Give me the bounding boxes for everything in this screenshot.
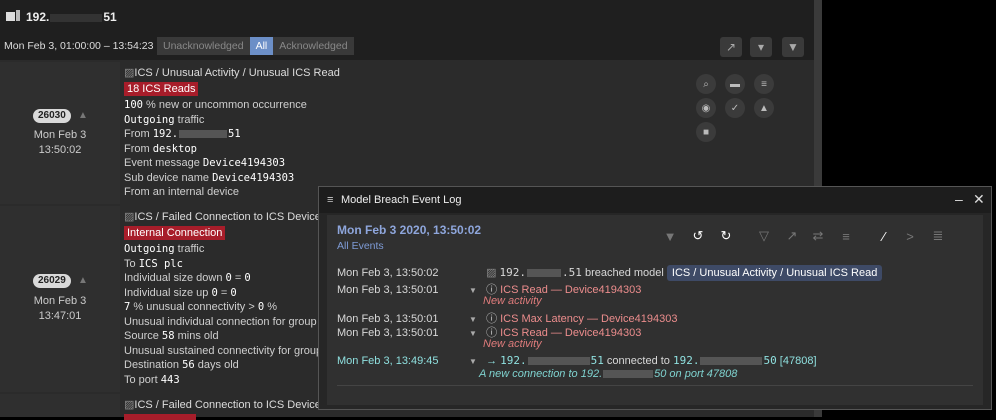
event-line: Outgoing traffic (124, 113, 205, 126)
breach-event[interactable]: 26030 ▲ Mon Feb 3 13:50:02 ▨ICS / Unusua… (0, 62, 814, 204)
modal-title: Model Breach Event Log (341, 194, 462, 206)
all-events-link[interactable]: All Events (337, 240, 384, 252)
minimize-icon[interactable]: – (955, 191, 963, 207)
filter-funnel-icon[interactable]: ▼ (661, 227, 679, 245)
user-icon[interactable]: ▲ (754, 98, 774, 118)
breach-tag: Internal Connection (124, 226, 226, 240)
collapse-icon[interactable]: ▾ (750, 37, 772, 57)
close-icon[interactable]: ✕ (973, 191, 985, 208)
log-subtext: A new connection to 192. 50 on port 47808 (479, 368, 738, 380)
model-breach-event-log: ≡ Model Breach Event Log – ✕ Mon Feb 3 2… (318, 186, 992, 410)
menu-icon[interactable]: ≡ (327, 194, 333, 206)
breach-tag (124, 414, 196, 420)
columns-icon[interactable]: ≡ (837, 227, 855, 245)
event-date: Mon Feb 3 (33, 129, 87, 141)
brush-icon[interactable]: ∕ (875, 227, 893, 245)
log-heading-date: Mon Feb 3 2020, 13:50:02 (337, 223, 482, 237)
expand-caret-icon[interactable]: ▼ (469, 315, 483, 324)
export-icon[interactable]: ↗ (783, 227, 801, 245)
breach-score-badge: 26030 (33, 109, 71, 123)
event-line: Sub device name Device4194303 (124, 171, 295, 184)
refresh-back-icon[interactable]: ↺ (689, 227, 707, 245)
event-time: 13:50:02 (38, 144, 82, 156)
model-path[interactable]: ▨ICS / Unusual Activity / Unusual ICS Re… (124, 66, 444, 80)
next-icon[interactable]: > (901, 227, 919, 245)
expand-caret-icon[interactable]: ▼ (469, 286, 483, 295)
time-range: Mon Feb 3, 01:00:00 – 13:54:23 (4, 40, 154, 52)
event-line: From desktop (124, 142, 197, 155)
trash-icon[interactable]: ■ (696, 122, 716, 142)
log-row[interactable]: Mon Feb 3, 13:49:45 ▼ → 192. 51 connected … (337, 354, 817, 367)
filter-acknowledged[interactable]: Acknowledged (273, 37, 354, 55)
filter-icon[interactable]: ▼ (782, 37, 804, 57)
log-row[interactable]: Mon Feb 3, 13:50:02 ▨ 192. .51 breached m… (337, 265, 883, 281)
list-icon[interactable]: ≡ (754, 74, 774, 94)
device-icon (6, 10, 20, 21)
menu-lines-icon[interactable]: ≣ (929, 227, 947, 245)
event-line: From 192. 51 (124, 128, 241, 140)
eye-icon[interactable]: ◉ (696, 98, 716, 118)
expand-caret-icon[interactable]: ▼ (469, 357, 483, 366)
list-header: 192. 51 Mon Feb 3, 01:00:00 – 13:54:23 Un… (0, 0, 814, 60)
pin-icon[interactable]: ▲ (78, 110, 88, 121)
ack-filter: Unacknowledged All Acknowledged (157, 37, 354, 55)
refresh-forward-icon[interactable]: ↻ (717, 227, 735, 245)
search-icon[interactable]: ⌕ (696, 74, 716, 94)
event-line: Event message Device4194303 (124, 157, 286, 169)
log-subtext: New activity (483, 338, 542, 350)
model-pill[interactable]: ICS / Unusual Activity / Unusual ICS Rea… (666, 265, 883, 281)
acknowledge-icon[interactable]: ✓ (725, 98, 745, 118)
filter-all[interactable]: All (249, 37, 274, 55)
event-time: 13:47:01 (38, 310, 82, 322)
breach-tag: 18 ICS Reads (124, 82, 199, 96)
modal-header[interactable]: ≡ Model Breach Event Log – ✕ (319, 187, 991, 213)
event-line: 100 % new or uncommon occurrence (124, 99, 307, 111)
swap-icon[interactable]: ⇄ (809, 227, 827, 245)
expand-caret-icon[interactable]: ▼ (469, 329, 483, 338)
filter-unacknowledged[interactable]: Unacknowledged (157, 37, 250, 55)
filter-icon[interactable]: ▽ (755, 227, 773, 245)
log-subtext: New activity (483, 295, 542, 307)
event-date: Mon Feb 3 (33, 295, 87, 307)
breach-score-badge: 26029 (33, 274, 71, 288)
arrow-icon: → (486, 355, 498, 367)
comment-icon[interactable]: ▬ (725, 74, 745, 94)
pin-icon[interactable]: ▲ (78, 275, 88, 286)
event-log-panel: Mon Feb 3 2020, 13:50:02 All Events ▼ ↺ … (327, 215, 983, 405)
chart-icon[interactable]: ↗ (720, 37, 742, 57)
device-title[interactable]: 192. 51 (26, 10, 117, 24)
